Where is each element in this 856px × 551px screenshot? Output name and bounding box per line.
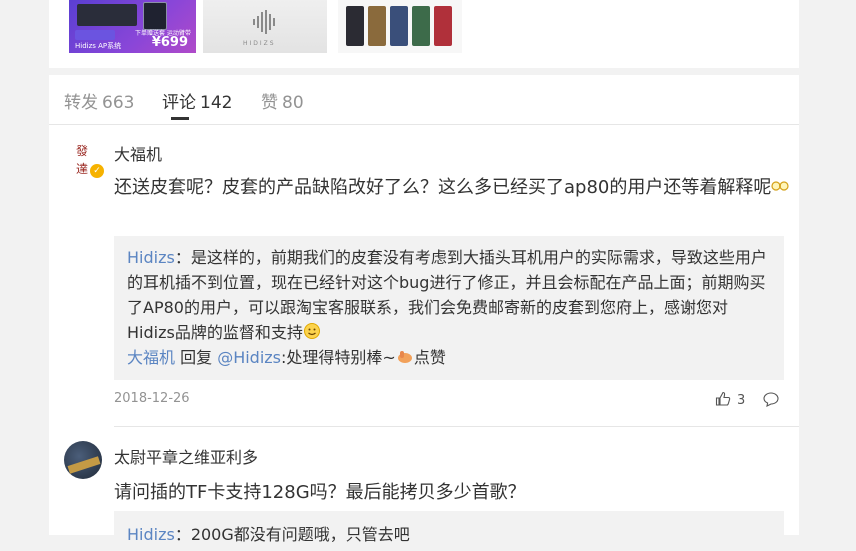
like-button[interactable]: 3: [715, 391, 745, 408]
reply-body: ：200G都没有问题哦，只管去吧: [174, 525, 410, 544]
active-tab-indicator: [171, 117, 189, 120]
brand-badge: [75, 30, 115, 40]
like-count: 3: [737, 393, 746, 408]
tab-count: 80: [282, 93, 304, 113]
comment-text: 请问插的TF卡支持128G吗？最后能拷贝多少首歌？: [114, 482, 526, 503]
product-thumbnail-3[interactable]: [338, 0, 462, 53]
interaction-tabs: 转发 663 评论 142 赞 80: [49, 75, 799, 125]
tab-label: 转发: [64, 93, 98, 113]
player-device: [390, 6, 408, 46]
reply-text: Hidizs：200G都没有问题哦，只管去吧: [127, 521, 410, 545]
reply-box: Hidizs：200G都没有问题哦，只管去吧: [114, 511, 784, 551]
comment-body: 还送皮套呢？皮套的产品缺陷改好了么？这么多已经买了ap80的用户还等着解释呢: [114, 177, 772, 198]
avatar-graphic: [67, 456, 101, 474]
smile-emoji-icon: [303, 323, 320, 339]
sub-reply-body: :处理得特别棒~: [281, 348, 396, 367]
tab-count: 142: [200, 93, 233, 113]
tab-count: 663: [102, 93, 135, 113]
player-device: [434, 6, 452, 46]
reply-body: 是这样的，前期我们的皮套没有考虑到大插头耳机用户的实际需求，导致这些用户的耳机插…: [127, 248, 767, 342]
hidizs-logo-icon: [253, 10, 275, 34]
thumbs-up-icon: [715, 391, 731, 406]
sub-reply-tail: 点赞: [413, 348, 446, 367]
reply-comment-icon[interactable]: [763, 391, 779, 407]
sub-reply-target-link[interactable]: @Hidizs: [217, 348, 281, 367]
app-screenshot: [77, 4, 137, 26]
player-device: [412, 6, 430, 46]
sub-reply-author-link[interactable]: 大福机: [127, 348, 175, 367]
tab-repost[interactable]: 转发 663: [64, 88, 134, 113]
comment-date: 2018-12-26: [114, 391, 190, 406]
thumb-emoji-icon: [397, 351, 412, 363]
avatar-calligraphy: 發 達: [76, 144, 89, 176]
reply-box: Hidizs：是这样的，前期我们的皮套没有考虑到大插头耳机用户的实际需求，导致这…: [114, 236, 784, 380]
comment-author[interactable]: 大福机: [114, 141, 162, 165]
media-card: Hidizs AP系统 下单赠送套 运动臂带 ¥699 HIDIZS: [49, 0, 799, 68]
player-device: [346, 6, 364, 46]
tab-likes[interactable]: 赞 80: [261, 88, 304, 113]
player-device: [368, 6, 386, 46]
sub-reply-verb: 回复: [175, 348, 218, 367]
price-label: ¥699: [151, 35, 188, 50]
brand-wordmark: HIDIZS: [243, 40, 276, 47]
tab-comments[interactable]: 评论 142: [162, 88, 232, 113]
comment-author[interactable]: 太尉平章之维亚利多: [114, 444, 258, 468]
player-device: [143, 2, 167, 30]
reply-author-link[interactable]: Hidizs: [127, 525, 175, 544]
product-thumbnail-1[interactable]: Hidizs AP系统 下单赠送套 运动臂带 ¥699: [69, 0, 196, 53]
comment-divider: [114, 426, 799, 427]
glasses-emoji-icon: [771, 181, 789, 191]
thumb-caption: Hidizs AP系统: [75, 42, 122, 50]
comments-card: 转发 663 评论 142 赞 80 發 達 ✓ 大福机 还送皮套呢？皮套的产品缺陷改…: [49, 75, 799, 551]
reply-separator: ：: [174, 248, 191, 267]
reply-text: Hidizs：是这样的，前期我们的皮套没有考虑到大插头耳机用户的实际需求，导致这…: [127, 245, 775, 370]
avatar[interactable]: [64, 441, 102, 479]
verified-badge-icon: ✓: [89, 163, 105, 179]
tab-label: 评论: [162, 93, 196, 113]
tab-label: 赞: [261, 93, 278, 113]
comment-text: 还送皮套呢？皮套的产品缺陷改好了么？这么多已经买了ap80的用户还等着解释呢: [114, 175, 794, 201]
reply-author-link[interactable]: Hidizs: [127, 248, 175, 267]
product-thumbnail-2[interactable]: HIDIZS: [203, 0, 327, 53]
